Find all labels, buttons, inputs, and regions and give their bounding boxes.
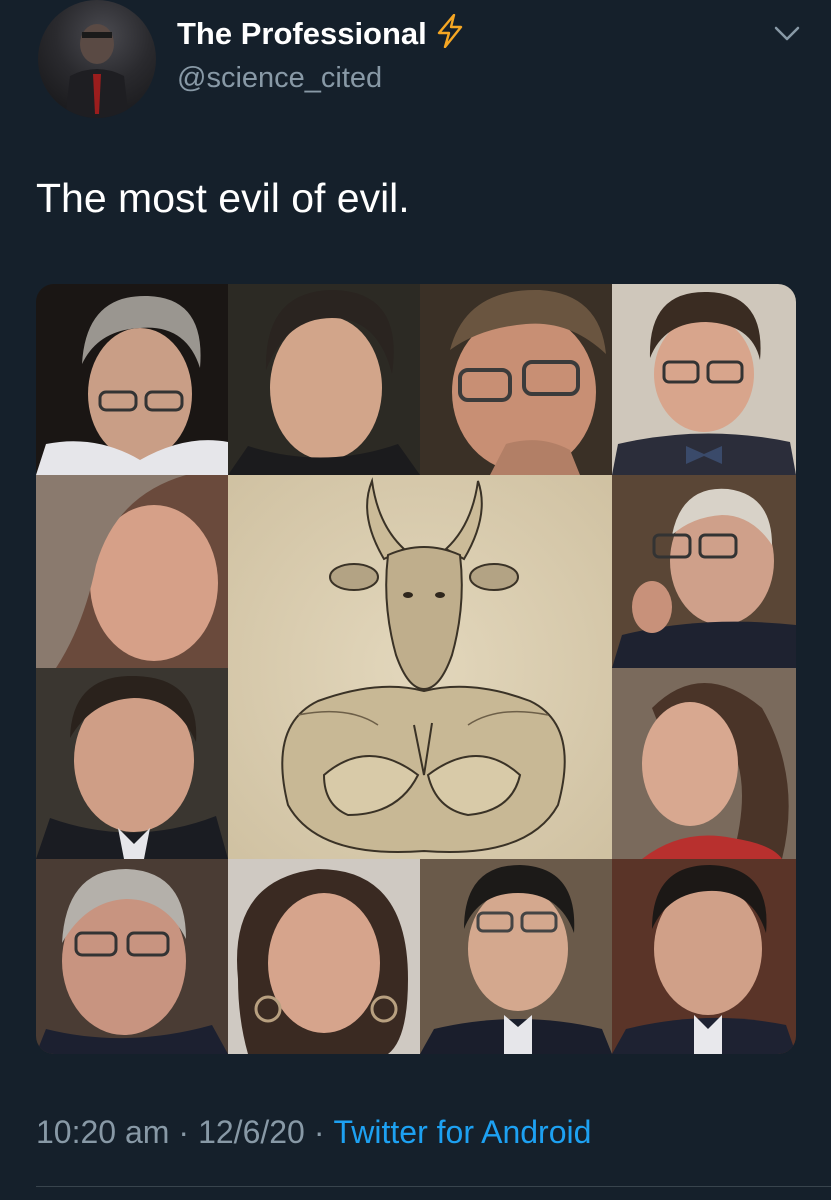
tweet-date[interactable]: 12/6/20 <box>198 1114 305 1150</box>
portrait-glasses-man-hand-on-chin <box>420 284 612 475</box>
portrait-woman-earrings <box>228 859 420 1054</box>
portrait-gray-hair-glasses-man <box>36 284 228 475</box>
separator: · <box>178 1114 190 1150</box>
author-handle[interactable]: @science_cited <box>177 60 382 96</box>
portrait-glasses-bowtie-man <box>612 284 796 475</box>
tweet-time[interactable]: 10:20 am <box>36 1114 169 1150</box>
portrait-dark-hair-man-suit <box>612 859 796 1054</box>
lightning-bolt-icon <box>437 14 462 48</box>
tweet-text: The most evil of evil. <box>36 175 410 221</box>
engraving-bull-headed-idol <box>228 475 612 859</box>
tweet-metadata: 10:20 am · 12/6/20 · Twitter for Android <box>36 1112 591 1152</box>
portrait-short-hair-woman <box>36 475 228 668</box>
portrait-dark-hair-man <box>36 668 228 859</box>
portrait-slicked-hair-man <box>228 284 420 475</box>
separator: · <box>313 1114 325 1150</box>
author-avatar[interactable] <box>38 0 156 118</box>
author-display-name[interactable]: The Professional <box>177 14 465 54</box>
portrait-curly-hair-woman <box>612 668 796 859</box>
avatar-portrait-image <box>65 24 129 118</box>
portrait-glasses-man-suit <box>420 859 612 1054</box>
display-name-text: The Professional <box>177 16 427 51</box>
tweet-media-image[interactable] <box>36 284 796 1054</box>
tweet-source-link[interactable]: Twitter for Android <box>334 1114 592 1150</box>
portrait-gray-hair-glasses-man-2 <box>36 859 228 1054</box>
portrait-elderly-glasses-man <box>612 475 796 668</box>
divider <box>36 1186 831 1187</box>
chevron-down-icon[interactable] <box>770 18 804 48</box>
